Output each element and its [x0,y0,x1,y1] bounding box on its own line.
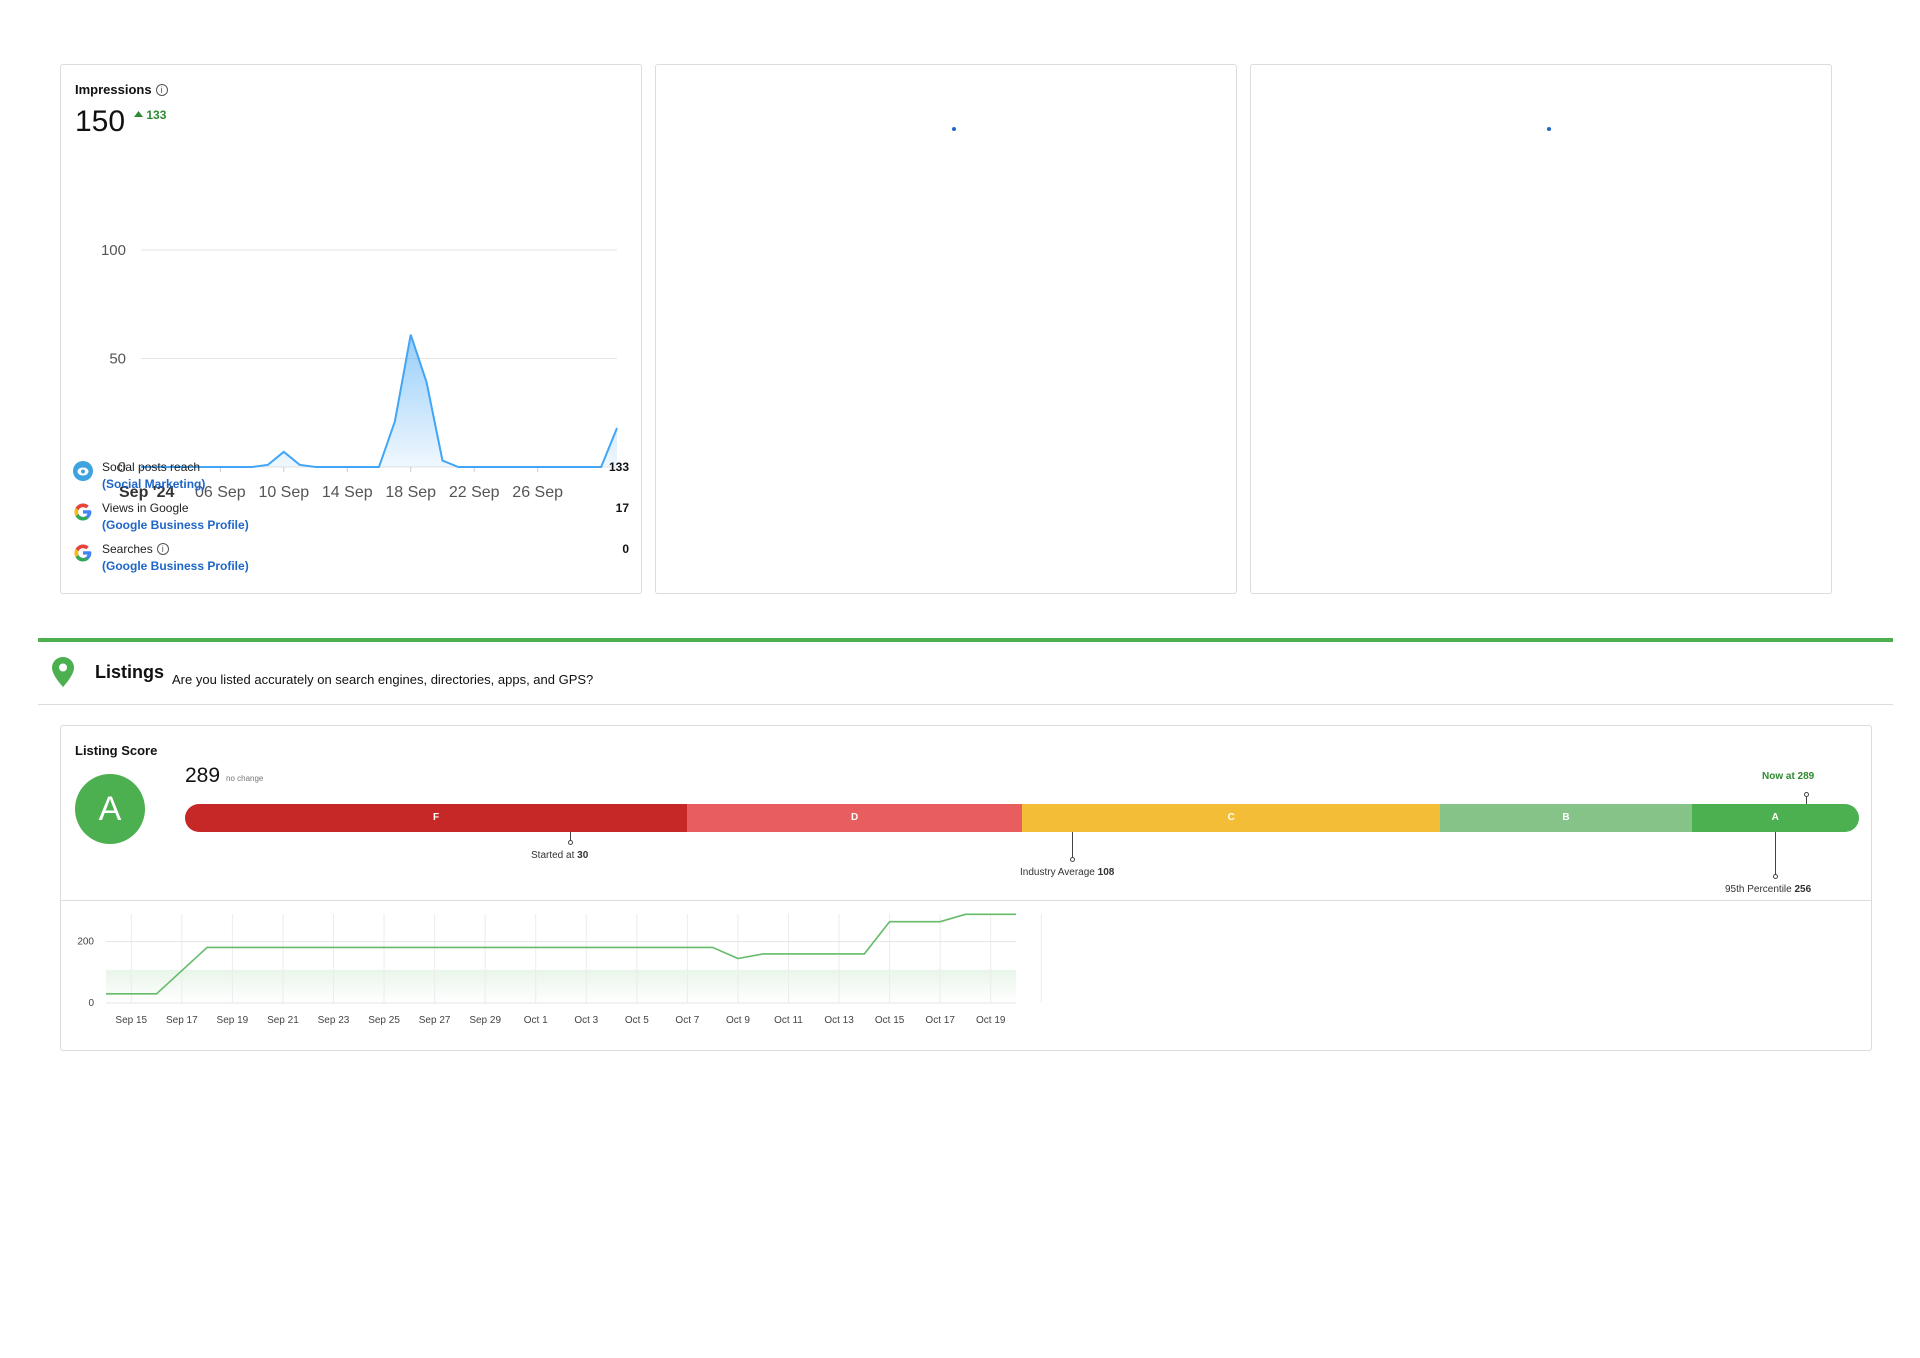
listing-score-card: Listing Score A 289 no change FDCBA Star… [60,725,1872,1051]
social-marketing-icon [73,461,93,481]
listing-score-label: Listing Score [75,743,158,758]
legend-value: 0 [622,542,629,556]
x-tick-label: Oct 17 [925,1015,955,1026]
legend-source-link[interactable]: (Google Business Profile) [102,559,249,573]
legend-label: Social posts reach [102,460,201,474]
y-tick-label: 200 [77,937,94,948]
x-tick-label: Oct 3 [574,1015,598,1026]
started-label: Started at 30 [531,850,588,861]
info-icon[interactable]: i [156,543,169,555]
x-tick-label: Oct 1 [524,1015,548,1026]
impressions-delta: 133 [134,108,166,122]
x-tick-label: Oct 5 [625,1015,649,1026]
legend-source-link[interactable]: (Google Business Profile) [102,518,249,532]
impressions-line [141,334,618,468]
legend-item-views-in-google: Views in Google (Google Business Profile… [73,501,629,539]
started-value: 30 [577,850,589,861]
y-tick-label: 50 [109,351,126,368]
legend-item-searches: Searches i (Google Business Profile) 0 [73,542,629,580]
percentile-marker-line [1775,832,1776,877]
section-subtitle: Are you listed accurately on search engi… [172,672,594,687]
industry-average-label: Industry Average 108 [1020,867,1114,878]
grade-segment-c: C [1021,804,1441,832]
x-tick-label: Oct 11 [774,1015,803,1026]
info-icon[interactable]: i [155,83,168,96]
now-marker-line [1806,796,1807,804]
google-icon [74,503,92,521]
impressions-area-chart: 050100Sep '24 06 Sep 10 Sep 14 Sep 18 Sep 22 … [101,242,618,501]
map-pin-icon [52,657,74,687]
loading-spinner-icon [1547,127,1551,131]
x-tick-label: Sep 29 [469,1015,501,1026]
percentile-label: 95th Percentile 256 [1725,884,1811,895]
x-tick-label: Oct 19 [976,1015,1006,1026]
industry-marker-dot [1070,857,1075,862]
impressions-area [141,334,617,467]
impressions-title-text: Impressions [75,82,152,97]
y-tick-label: 100 [101,242,126,259]
started-label-text: Started at [531,850,578,861]
legend-label: Searches [102,542,153,556]
legend-source-link[interactable]: (Social Marketing) [102,477,205,491]
legend-value: 133 [608,460,629,474]
score-value: 289 [185,764,221,787]
industry-value: 108 [1097,867,1115,878]
grade-segment-d: D [687,804,1022,832]
x-tick-label: Sep 27 [419,1015,451,1026]
percentile-value: 256 [1794,884,1812,895]
impressions-card: Impressions i 150 133 0 50 100 Sep '24 06 Se… [60,64,642,594]
x-tick-label: Oct 15 [875,1015,905,1026]
y-tick-label: 0 [88,998,94,1009]
google-icon [74,544,92,562]
x-tick-label: Oct 13 [824,1015,854,1026]
x-tick-label: Sep 23 [318,1015,350,1026]
grade-badge: A [75,774,145,844]
impressions-delta-value: 133 [146,108,167,122]
loading-card [1250,64,1832,594]
x-tick-label: Sep 21 [267,1015,299,1026]
industry-marker-line [1072,832,1073,860]
impressions-total: 150 [75,105,126,138]
grade-segment-f: F [185,804,688,832]
grade-segment-b: B [1440,804,1692,832]
grade-scale-bar: FDCBA [185,804,1859,832]
industry-label-text: Industry Average [1020,867,1098,878]
x-tick-label: Sep 19 [217,1015,249,1026]
legend-item-social-posts-reach: Social posts reach (Social Marketing) 13… [73,460,629,498]
now-label: Now at 289 [1762,771,1815,782]
listings-header: Listings Are you listed accurately on se… [38,642,1893,705]
x-tick-label: Oct 9 [726,1015,750,1026]
industry-band [106,969,1016,1003]
score-change: no change [226,774,264,783]
card-divider [61,900,1871,901]
legend-value: 17 [615,501,629,515]
percentile-label-text: 95th Percentile [1725,884,1795,895]
grade-segment-a: A [1691,804,1859,832]
listing-score-history-chart: 0 200 Sep 15 Sep 17 Sep 19 Sep 21 Sep 23 Sep 25… [77,913,1042,1026]
x-tick-label: Sep 15 [115,1015,147,1026]
legend-label: Views in Google [102,501,189,515]
arrow-up-icon [134,111,143,117]
x-tick-label: Oct 7 [675,1015,699,1026]
x-tick-label: Sep 25 [368,1015,400,1026]
percentile-marker-dot [1773,874,1778,879]
loading-card [655,64,1237,594]
x-tick-label: Sep 17 [166,1015,198,1026]
section-title: Listings [95,662,165,682]
loading-spinner-icon [952,127,956,131]
started-marker-dot [568,840,573,845]
impressions-title: Impressions i [75,82,168,97]
